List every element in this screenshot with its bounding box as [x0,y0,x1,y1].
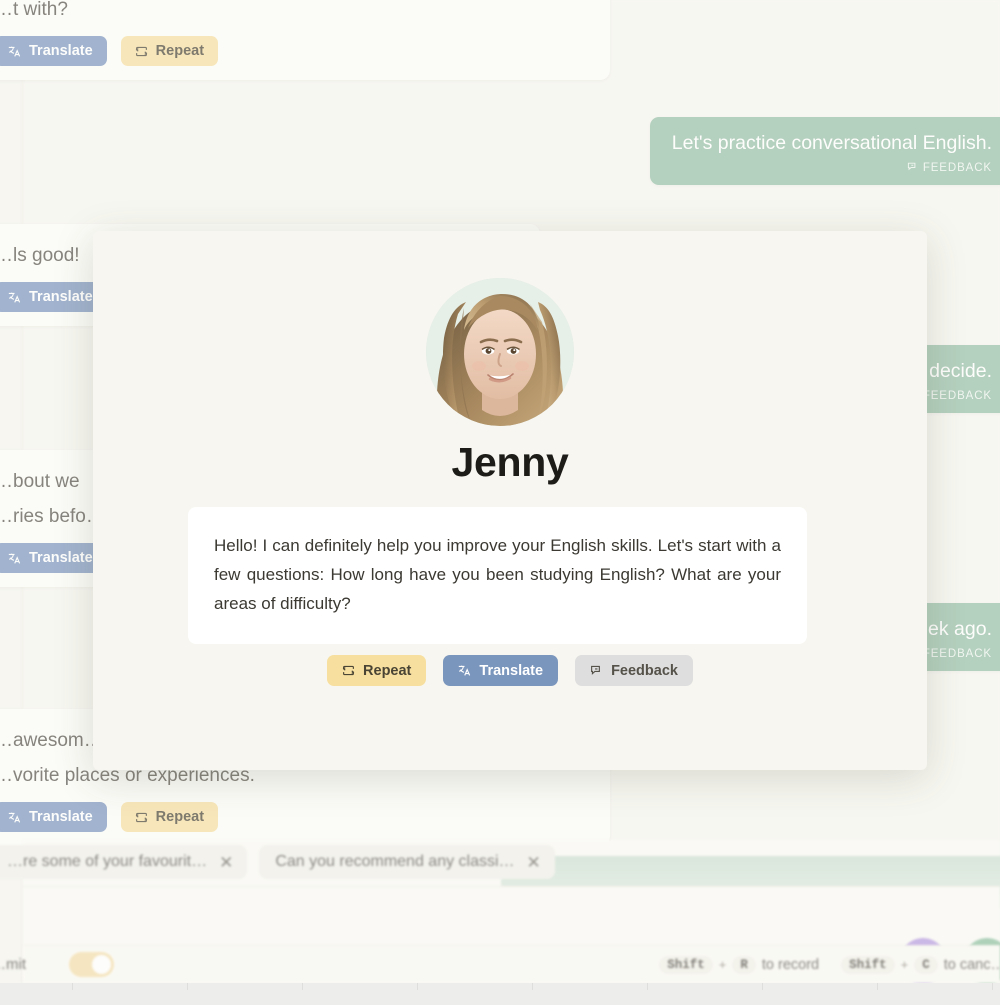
repeat-icon [342,664,355,677]
agent-name: Jenny [451,439,569,485]
repeat-button[interactable]: Repeat [327,655,427,686]
agent-intro-modal: Jenny Hello! I can definitely help you i… [93,231,927,770]
avatar-image [426,278,574,426]
translate-icon [458,664,471,677]
avatar [426,278,574,426]
agent-message-text: Hello! I can definitely help you improve… [214,536,781,613]
translate-button[interactable]: Translate [443,655,559,686]
app-root: …t with? Translate Repeat …ls good! Tran… [0,0,1000,1005]
modal-action-row: Repeat Translate Feedback [93,655,927,686]
translate-label: Translate [479,662,544,679]
feedback-label: Feedback [611,662,678,679]
agent-message-panel: Hello! I can definitely help you improve… [188,507,807,644]
feedback-button[interactable]: Feedback [575,655,693,686]
repeat-label: Repeat [363,662,412,679]
feedback-icon [590,664,603,677]
